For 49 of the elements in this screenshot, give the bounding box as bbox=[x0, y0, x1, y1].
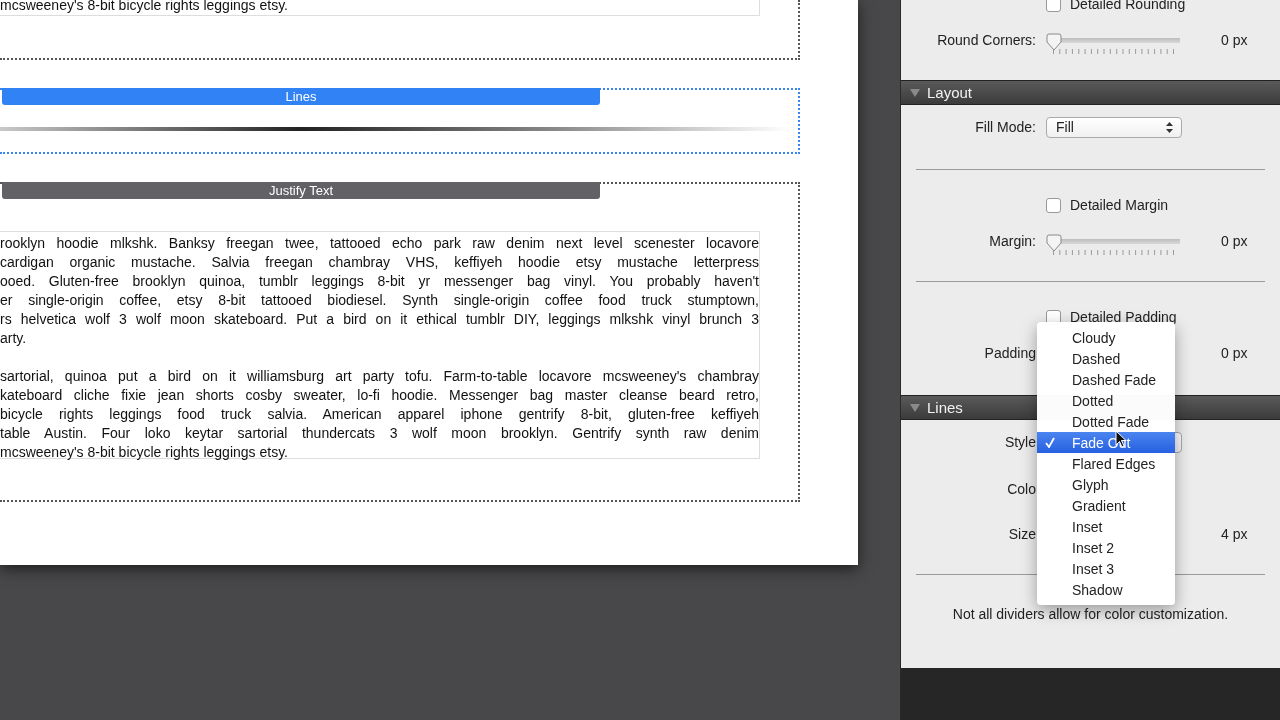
paragraph-line: mcsweeney's 8-bit bicycle rights leggings etsy. bbox=[0, 0, 288, 15]
section-header[interactable]: Layout bbox=[901, 80, 1280, 105]
note-text: Not all dividers allow for color customization. bbox=[952, 606, 1229, 622]
up-down-arrows-icon bbox=[1166, 121, 1173, 133]
slider-thumb[interactable] bbox=[1046, 233, 1062, 252]
paragraph-line: rs helvetica wolf 3 wolf moon skateboard. Put a bird on it ethical tumblr DIY, leggings mlkshk vinyl brunch 3 bbox=[0, 310, 759, 329]
menu-item[interactable]: Dotted bbox=[1037, 390, 1175, 411]
block-title-bar[interactable]: Justify Text bbox=[2, 182, 600, 199]
paragraph-line: cardigan organic mustache. Salvia freegan chambray VHS, keffiyeh hoodie etsy mustache letterpress bbox=[0, 253, 759, 272]
value-text: 0 px bbox=[1221, 233, 1248, 249]
paragraph-line: rooklyn hoodie mlkshk. Banksy freegan twee, tattooed echo park raw denim next level scenester locavore bbox=[0, 234, 759, 253]
field-label: Padding bbox=[984, 345, 1036, 361]
field-label: Size bbox=[1008, 526, 1036, 542]
menu-item[interactable]: Inset 3 bbox=[1037, 558, 1175, 579]
value-text: 0 px bbox=[1221, 345, 1248, 361]
field-label: Margin: bbox=[989, 233, 1036, 249]
paragraph-line: ooed. Gluten-free brooklyn quinoa, tumblr leggings 8-bit yr messenger bag vinyl. You probably haven't bbox=[0, 272, 759, 291]
section-title: Layout bbox=[927, 84, 973, 101]
menu-item[interactable]: Cloudy bbox=[1037, 327, 1175, 348]
menu-item[interactable]: Dashed Fade bbox=[1037, 369, 1175, 390]
paragraph-line: kateboard cliche fixie jean shorts cosby sweater, lo-fi hoodie. Messenger bag master cleanse beard retro, bbox=[0, 386, 759, 405]
value-text: 0 px bbox=[1221, 32, 1248, 48]
block-title-bar[interactable]: Lines bbox=[2, 88, 600, 105]
block-frame[interactable] bbox=[0, 182, 800, 502]
paragraph-line: arty. bbox=[0, 329, 28, 348]
section-title: Lines bbox=[927, 399, 963, 416]
menu-item[interactable]: Glyph bbox=[1037, 474, 1175, 495]
value-text: 4 px bbox=[1221, 526, 1248, 542]
paragraph-line: mcsweeney's 8-bit bicycle rights leggings etsy. bbox=[0, 443, 289, 462]
paragraph-line: sartorial, quinoa put a bird on it williamsburg art party tofu. Farm-to-table locavore mcsweeney's chambray bbox=[0, 367, 759, 386]
menu-item[interactable]: Dotted Fade bbox=[1037, 411, 1175, 432]
paragraph-line: er single-origin coffee, etsy 8-bit tattooed biodiesel. Synth single-origin coffee food truck stumptown, bbox=[0, 291, 759, 310]
block-frame[interactable]: Lines bbox=[0, 88, 800, 154]
paragraph-line: table Austin. Four loko keytar sartorial thundercats 3 wolf moon brooklyn. Gentrify synth raw denim bbox=[0, 424, 759, 443]
menu-item[interactable]: Inset bbox=[1037, 516, 1175, 537]
checkbox[interactable]: Detailed Margin bbox=[1046, 197, 1169, 213]
paragraph-line: bicycle rights leggings food truck salvia. American apparel iphone gentrify 8-bit, gluten-free keffiyeh bbox=[0, 405, 759, 424]
checkmark-icon bbox=[1045, 437, 1055, 448]
menu-item[interactable]: Dashed bbox=[1037, 348, 1175, 369]
field-label: Fill Mode: bbox=[975, 119, 1036, 135]
menu-item[interactable]: Gradient bbox=[1037, 495, 1175, 516]
field-label: Colo bbox=[1007, 481, 1036, 497]
menu-item[interactable]: Inset 2 bbox=[1037, 537, 1175, 558]
slider-thumb[interactable] bbox=[1046, 32, 1062, 51]
field-label: Style bbox=[1004, 434, 1036, 450]
field-label: Round Corners: bbox=[937, 32, 1036, 48]
popup-button[interactable]: Fill bbox=[1046, 116, 1182, 138]
menu-item[interactable]: Flared Edges bbox=[1037, 453, 1175, 474]
menu-item[interactable]: Shadow bbox=[1037, 579, 1175, 600]
